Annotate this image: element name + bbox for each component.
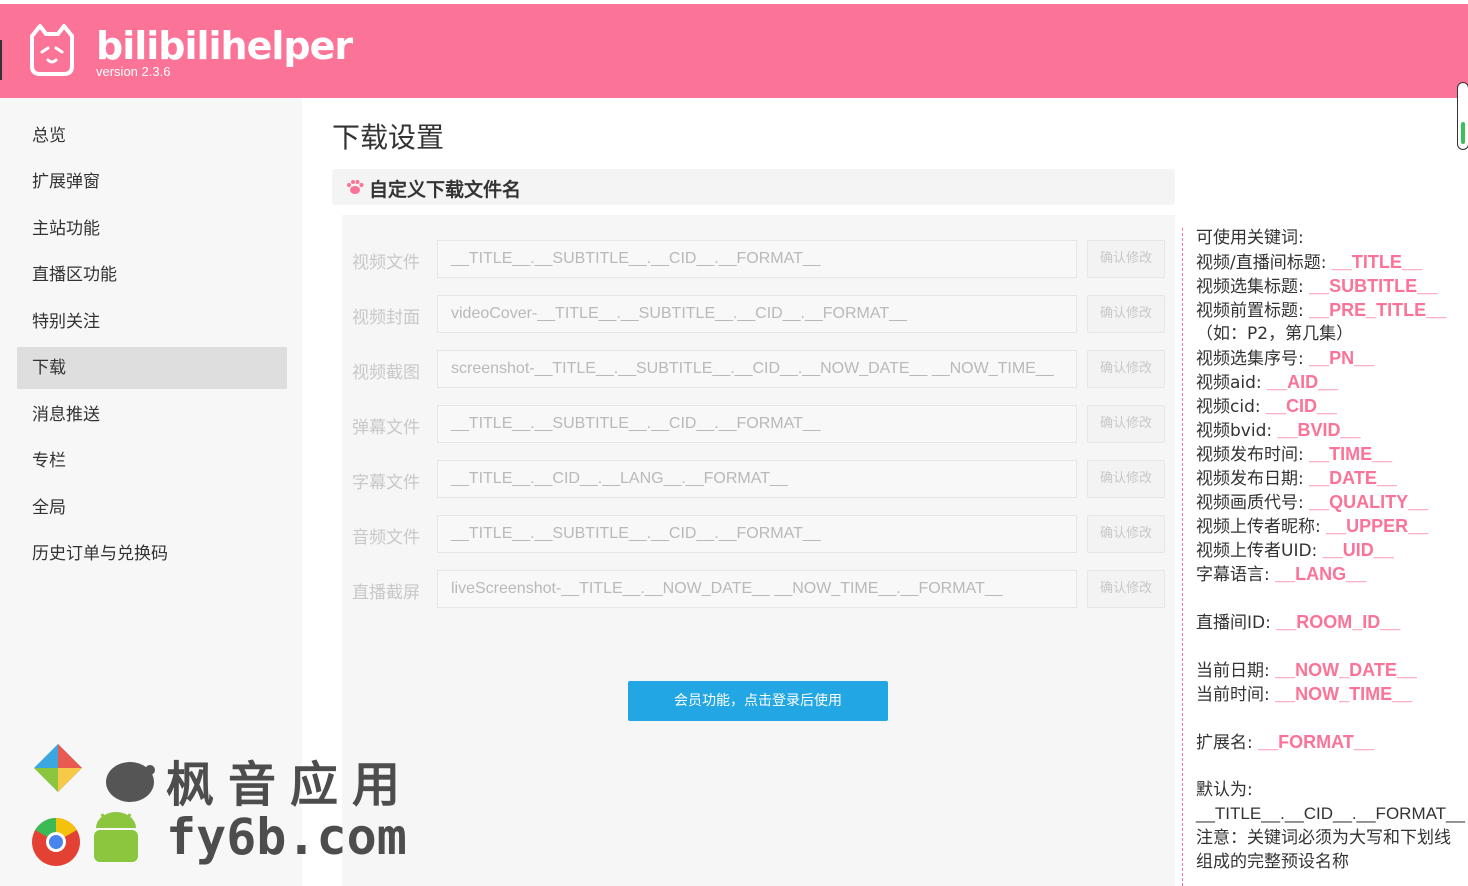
help-keyword: 视频上传者昵称: __UPPER__ [1196, 516, 1429, 537]
help-keyword: 视频选集序号: __PN__ [1196, 348, 1375, 369]
help-keyword-room: 直播间ID: __ROOM_ID__ [1196, 612, 1401, 633]
sidebar-item-download[interactable]: 下载 [17, 347, 287, 389]
confirm-button[interactable]: 确认修改 [1087, 350, 1165, 388]
scrollbar-thumb[interactable] [1461, 122, 1465, 144]
watermark-logo-icon [32, 744, 155, 866]
help-keyword-format: 扩展名: __FORMAT__ [1196, 732, 1374, 753]
sidebar-item-follow[interactable]: 特别关注 [17, 301, 287, 343]
help-keyword: 视频aid: __AID__ [1196, 372, 1339, 393]
help-keyword: 字幕语言: __LANG__ [1196, 564, 1367, 585]
page-title: 下载设置 [332, 121, 445, 154]
filename-row-live-screenshot: 直播截屏 liveScreenshot-__TITLE__.__NOW_DATE… [342, 570, 1175, 610]
row-label: 音频文件 [352, 528, 420, 548]
row-label: 视频文件 [352, 253, 420, 273]
sidebar-item-live[interactable]: 直播区功能 [17, 254, 287, 296]
help-keyword: 视频cid: __CID__ [1196, 396, 1338, 417]
help-keyword: 视频发布日期: __DATE__ [1196, 468, 1397, 489]
help-keyword: 视频发布时间: __TIME__ [1196, 444, 1393, 465]
help-keyword: 视频选集标题: __SUBTITLE__ [1196, 276, 1438, 297]
sidebar-item-column[interactable]: 专栏 [17, 440, 287, 482]
cat-logo-icon [30, 24, 74, 76]
row-label: 字幕文件 [352, 473, 420, 493]
sidebar-item-popup[interactable]: 扩展弹窗 [17, 161, 287, 203]
sidebar-item-notifications[interactable]: 消息推送 [17, 394, 287, 436]
live-screenshot-filename-input[interactable]: liveScreenshot-__TITLE__.__NOW_DATE__ __… [437, 570, 1077, 608]
filename-row-subtitle: 字幕文件 __TITLE__.__CID__.__LANG__.__FORMAT… [342, 460, 1175, 500]
row-label: 弹幕文件 [352, 418, 420, 438]
help-default-value: __TITLE__.__CID__.__FORMAT__ [1196, 804, 1465, 823]
filename-row-screenshot: 视频截图 screenshot-__TITLE__.__SUBTITLE__._… [342, 350, 1175, 390]
app-version: version 2.3.6 [96, 64, 171, 79]
section-title: 自定义下载文件名 [369, 179, 522, 201]
row-label: 视频封面 [352, 308, 420, 328]
help-note-2: 组成的完整预设名称 [1196, 852, 1349, 872]
help-note: （如：P2，第几集） [1196, 324, 1354, 344]
help-divider [1182, 228, 1183, 886]
screenshot-filename-input[interactable]: screenshot-__TITLE__.__SUBTITLE__.__CID_… [437, 350, 1077, 388]
video-filename-input[interactable]: __TITLE__.__SUBTITLE__.__CID__.__FORMAT_… [437, 240, 1077, 278]
help-keyword: 视频/直播间标题: __TITLE__ [1196, 252, 1422, 273]
help-note-1: 注意：关键词必须为大写和下划线 [1196, 828, 1451, 848]
sidebar-item-global[interactable]: 全局 [17, 487, 287, 529]
audio-filename-input[interactable]: __TITLE__.__SUBTITLE__.__CID__.__FORMAT_… [437, 515, 1077, 553]
filename-row-audio: 音频文件 __TITLE__.__SUBTITLE__.__CID__.__FO… [342, 515, 1175, 555]
confirm-button[interactable]: 确认修改 [1087, 460, 1165, 498]
app-header: bilibilihelper version 2.3.6 [0, 4, 1468, 98]
filename-row-video: 视频文件 __TITLE__.__SUBTITLE__.__CID__.__FO… [342, 240, 1175, 280]
help-keyword: 视频bvid: __BVID__ [1196, 420, 1361, 441]
sidebar-item-orders[interactable]: 历史订单与兑换码 [17, 533, 287, 575]
filename-row-cover: 视频封面 videoCover-__TITLE__.__SUBTITLE__._… [342, 295, 1175, 335]
help-keyword: 视频上传者UID: __UID__ [1196, 540, 1394, 561]
confirm-button[interactable]: 确认修改 [1087, 515, 1165, 553]
confirm-button[interactable]: 确认修改 [1087, 295, 1165, 333]
subtitle-filename-input[interactable]: __TITLE__.__CID__.__LANG__.__FORMAT__ [437, 460, 1077, 498]
confirm-button[interactable]: 确认修改 [1087, 240, 1165, 278]
member-login-button[interactable]: 会员功能，点击登录后使用 [628, 681, 888, 721]
window-edge [0, 40, 2, 80]
help-keyword: 视频前置标题: __PRE_TITLE__ [1196, 300, 1447, 321]
app-name: bilibilihelper [96, 24, 353, 68]
filename-row-danmaku: 弹幕文件 __TITLE__.__SUBTITLE__.__CID__.__FO… [342, 405, 1175, 445]
cover-filename-input[interactable]: videoCover-__TITLE__.__SUBTITLE__.__CID_… [437, 295, 1077, 333]
watermark-site: fy6b.com [166, 808, 407, 866]
help-intro: 可使用关键词: [1196, 228, 1304, 248]
help-default-label: 默认为: [1196, 780, 1253, 800]
paw-icon [347, 180, 364, 194]
sidebar-item-overview[interactable]: 总览 [17, 115, 287, 157]
confirm-button[interactable]: 确认修改 [1087, 570, 1165, 608]
row-label: 视频截图 [352, 363, 420, 383]
row-label: 直播截屏 [352, 583, 420, 603]
sidebar-item-main-site[interactable]: 主站功能 [17, 208, 287, 250]
help-keyword: 视频画质代号: __QUALITY__ [1196, 492, 1429, 513]
help-keyword-now-date: 当前日期: __NOW_DATE__ [1196, 660, 1417, 681]
help-keyword-now-time: 当前时间: __NOW_TIME__ [1196, 684, 1413, 705]
section-header: 自定义下载文件名 [332, 169, 1175, 205]
danmaku-filename-input[interactable]: __TITLE__.__SUBTITLE__.__CID__.__FORMAT_… [437, 405, 1077, 443]
confirm-button[interactable]: 确认修改 [1087, 405, 1165, 443]
watermark-name: 枫音应用 [166, 757, 415, 813]
